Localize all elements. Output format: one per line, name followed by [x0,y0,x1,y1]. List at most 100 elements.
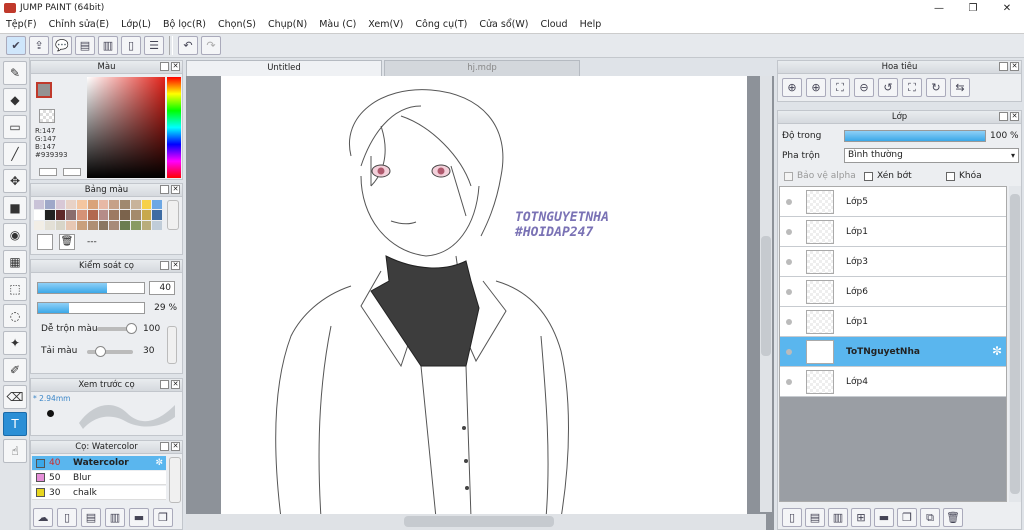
canvas-horizontal-scrollbar[interactable] [186,514,766,530]
visibility-icon[interactable] [786,349,792,355]
saturation-value-picker[interactable] [87,77,165,178]
maximize-button[interactable]: ❐ [956,0,990,16]
float-icon[interactable] [160,380,169,389]
mini-button[interactable] [39,168,57,176]
lock-checkbox[interactable]: Khóa [946,171,982,181]
visibility-icon[interactable] [786,259,792,265]
clip-checkbox[interactable]: Xén bớt [864,171,912,181]
menu-view[interactable]: Xem(V) [362,19,409,30]
mix-slider[interactable] [97,323,137,334]
select-rect-tool-icon[interactable]: ⬚ [3,277,27,301]
merge-icon[interactable]: ⧉ [920,508,940,527]
message-icon[interactable]: ▤ [75,36,95,55]
share-icon[interactable]: ⇪ [29,36,49,55]
menu-snap[interactable]: Chụp(N) [262,19,313,30]
lasso-tool-icon[interactable]: ◌ [3,304,27,328]
add-layer-icon[interactable]: ⊞ [851,508,871,527]
visibility-icon[interactable] [786,379,792,385]
cloud-icon[interactable]: ☁ [33,508,53,527]
close-icon[interactable]: ✕ [171,185,180,194]
menu-help[interactable]: Help [574,19,608,30]
layer-row[interactable]: Lớp4 [780,367,1006,397]
float-icon[interactable] [160,261,169,270]
tab-untitled[interactable]: Untitled [186,60,382,76]
close-icon[interactable]: ✕ [171,261,180,270]
close-button[interactable]: ✕ [990,0,1024,16]
brush-menu-icon[interactable]: ▤ [81,508,101,527]
move-tool-icon[interactable]: ✥ [3,169,27,193]
document-icon[interactable]: ▥ [98,36,118,55]
brush-opacity-slider[interactable] [37,302,145,314]
layer-list-scrollbar[interactable] [1009,186,1021,502]
brush-list-scrollbar[interactable] [169,457,181,503]
operation-tool-icon[interactable]: ☝ [3,439,27,463]
gear-icon[interactable]: ✼ [155,458,163,468]
brush-list-item[interactable]: 40 Watercolor ✼ [32,456,166,470]
gear-icon[interactable]: ✼ [992,344,1002,358]
brush-settings-icon[interactable]: ▥ [105,508,125,527]
eraser-tool-icon[interactable]: ◆ [3,88,27,112]
rotate-left-icon[interactable]: ↺ [878,78,898,97]
drawing-canvas[interactable]: TOTNGUYETNHA #HOIDAP247 [221,76,747,519]
visibility-icon[interactable] [786,229,792,235]
float-icon[interactable] [999,112,1008,121]
float-icon[interactable] [999,62,1008,71]
float-icon[interactable] [160,185,169,194]
close-icon[interactable]: ✕ [171,380,180,389]
visibility-icon[interactable] [786,199,792,205]
minimize-button[interactable]: — [922,0,956,16]
comment-icon[interactable]: 💬 [52,36,72,55]
trash-icon[interactable]: 🗑 [59,234,75,250]
line-tool-icon[interactable]: ╱ [3,142,27,166]
page-icon[interactable]: ▯ [121,36,141,55]
folder-icon[interactable]: ▬ [129,508,149,527]
hue-slider[interactable] [167,77,181,178]
foreground-color-swatch[interactable] [36,82,52,98]
mini-button[interactable] [63,168,81,176]
new-brush-icon[interactable]: ▯ [57,508,77,527]
visibility-icon[interactable] [786,289,792,295]
blend-mode-select[interactable]: Bình thường ▾ [844,148,1019,163]
flip-icon[interactable]: ⇆ [950,78,970,97]
menu-layer[interactable]: Lớp(L) [115,19,157,30]
float-icon[interactable] [160,442,169,451]
menu-filter[interactable]: Bộ lọc(R) [157,19,212,30]
zoom-out-icon[interactable]: ⊖ [854,78,874,97]
check-icon[interactable]: ✔ [6,36,26,55]
layer-row[interactable]: Lớp1 [780,307,1006,337]
tab-hj-mdp[interactable]: hj.mdp [384,60,580,76]
layer-row[interactable]: Lớp3 [780,247,1006,277]
bucket-tool-icon[interactable]: ◉ [3,223,27,247]
fill-rect-tool-icon[interactable]: ■ [3,196,27,220]
brush-list-item[interactable]: 50 Blur [32,471,166,485]
layer-settings-icon[interactable]: ▥ [828,508,848,527]
brush-list-item[interactable]: 30 chalk [32,486,166,500]
zoom-in-icon[interactable]: ⊕ [806,78,826,97]
menu-window[interactable]: Cửa sổ(W) [473,19,534,30]
magic-wand-tool-icon[interactable]: ✦ [3,331,27,355]
layer-row-selected[interactable]: ToTNguyetNha ✼ [780,337,1006,367]
menu-file[interactable]: Tệp(F) [0,19,43,30]
rectangle-tool-icon[interactable]: ▭ [3,115,27,139]
layer-row[interactable]: Lớp1 [780,217,1006,247]
visibility-icon[interactable] [786,319,792,325]
swatch-scrollbar[interactable] [167,200,179,230]
canvas-vertical-scrollbar[interactable] [760,76,772,512]
menu-tools[interactable]: Công cụ(T) [409,19,473,30]
layer-row[interactable]: Lớp5 [780,187,1006,217]
list-icon[interactable]: ☰ [144,36,164,55]
layer-opacity-slider[interactable] [844,130,986,142]
menu-color[interactable]: Màu (C) [313,19,362,30]
duplicate-icon[interactable]: ❐ [153,508,173,527]
new-layer-icon[interactable]: ▯ [782,508,802,527]
close-icon[interactable]: ✕ [1010,112,1019,121]
gradient-tool-icon[interactable]: ▦ [3,250,27,274]
swatch-grid[interactable] [34,200,162,230]
close-icon[interactable]: ✕ [171,442,180,451]
float-icon[interactable] [160,62,169,71]
brush-control-scrollbar[interactable] [167,326,177,364]
menu-select[interactable]: Chọn(S) [212,19,262,30]
select-eraser-tool-icon[interactable]: ⌫ [3,385,27,409]
folder-icon[interactable]: ▬ [874,508,894,527]
select-pen-tool-icon[interactable]: ✐ [3,358,27,382]
